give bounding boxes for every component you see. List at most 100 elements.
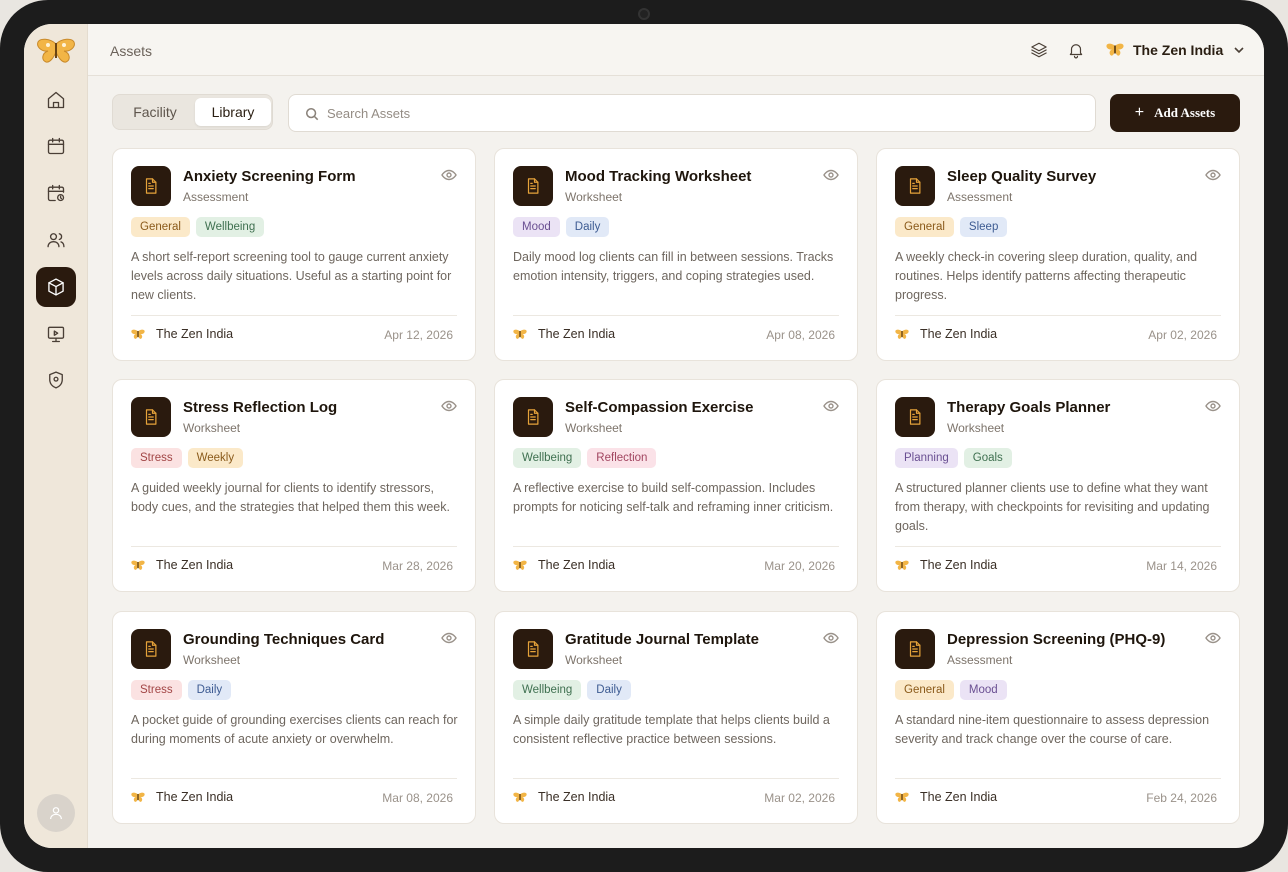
card-title: Gratitude Journal Template <box>565 631 759 648</box>
breadcrumb: Assets <box>110 43 153 59</box>
tag-badge: General <box>131 217 190 237</box>
card-description: A reflective exercise to build self-comp… <box>513 481 834 514</box>
divider <box>513 778 839 779</box>
card-author: The Zen India <box>538 558 616 572</box>
nav-security[interactable] <box>36 360 76 400</box>
card-title: Self-Compassion Exercise <box>565 399 754 416</box>
asset-card[interactable]: Therapy Goals Planner Worksheet Planning… <box>876 379 1240 592</box>
search-input[interactable] <box>327 95 1067 131</box>
card-type: Worksheet <box>565 653 623 667</box>
nav-home[interactable] <box>36 80 76 120</box>
card-date: Mar 02, 2026 <box>764 791 835 805</box>
account-menu[interactable]: The Zen India <box>1106 38 1245 62</box>
eye-icon[interactable] <box>823 630 839 646</box>
butterfly-icon <box>513 329 527 339</box>
card-date: Apr 08, 2026 <box>766 328 835 342</box>
card-title: Grounding Techniques Card <box>183 631 385 648</box>
calendar-icon <box>47 137 65 155</box>
user-avatar[interactable] <box>37 794 75 832</box>
shield-icon <box>49 371 63 389</box>
nav-clients[interactable] <box>36 220 76 260</box>
document-icon <box>895 397 935 437</box>
top-header: Assets The Zen India <box>88 24 1264 76</box>
asset-card[interactable]: Depression Screening (PHQ-9) Assessment … <box>876 611 1240 824</box>
eye-icon[interactable] <box>823 398 839 414</box>
sidebar <box>24 24 88 848</box>
notifications-button[interactable] <box>1065 39 1087 61</box>
butterfly-icon <box>895 560 909 570</box>
add-assets-button[interactable]: + Add Assets <box>1110 94 1240 132</box>
card-footer: The Zen India <box>895 790 997 804</box>
eye-icon[interactable] <box>1205 398 1221 414</box>
bell-icon <box>1069 44 1083 59</box>
asset-card[interactable]: Sleep Quality Survey Assessment General S… <box>876 148 1240 361</box>
tab-facility[interactable]: Facility <box>117 98 193 126</box>
tag-list: Wellbeing Daily <box>513 680 631 700</box>
layers-button[interactable] <box>1028 39 1050 61</box>
card-date: Mar 28, 2026 <box>382 559 453 573</box>
card-footer: The Zen India <box>513 790 615 804</box>
butterfly-icon <box>895 329 909 339</box>
document-icon <box>513 166 553 206</box>
nav-sessions[interactable] <box>36 314 76 354</box>
tag-badge: Planning <box>895 448 958 468</box>
asset-card[interactable]: Gratitude Journal Template Worksheet Wel… <box>494 611 858 824</box>
eye-icon[interactable] <box>441 630 457 646</box>
asset-card[interactable]: Mood Tracking Worksheet Worksheet Mood Da… <box>494 148 858 361</box>
tag-badge: Wellbeing <box>513 448 582 468</box>
butterfly-logo-icon[interactable] <box>36 38 76 64</box>
tag-list: Stress Daily <box>131 680 232 700</box>
search-bar <box>288 94 1096 132</box>
card-description: Daily mood log clients can fill in betwe… <box>513 250 834 283</box>
chevron-down-icon <box>1234 47 1244 54</box>
card-type: Worksheet <box>947 421 1005 435</box>
butterfly-icon <box>131 792 145 802</box>
asset-card[interactable]: Grounding Techniques Card Worksheet Stre… <box>112 611 476 824</box>
tag-list: Mood Daily <box>513 217 610 237</box>
butterfly-icon <box>895 792 909 802</box>
butterfly-icon <box>131 560 145 570</box>
card-title: Sleep Quality Survey <box>947 168 1097 185</box>
card-footer: The Zen India <box>895 327 997 341</box>
asset-card[interactable]: Self-Compassion Exercise Worksheet Wellb… <box>494 379 858 592</box>
tag-badge: Daily <box>565 217 610 237</box>
divider <box>895 546 1221 547</box>
tag-list: Stress Weekly <box>131 448 244 468</box>
tag-badge: Mood <box>959 680 1007 700</box>
account-name: The Zen India <box>1133 42 1224 58</box>
card-title: Stress Reflection Log <box>183 399 338 416</box>
tag-badge: Weekly <box>187 448 244 468</box>
tag-badge: Stress <box>131 680 182 700</box>
search-icon <box>305 107 319 121</box>
card-description: A standard nine-item questionnaire to as… <box>895 713 1210 746</box>
tag-badge: Goals <box>963 448 1012 468</box>
nav-calendar[interactable] <box>36 126 76 166</box>
nav-assets[interactable] <box>36 267 76 307</box>
eye-icon[interactable] <box>1205 167 1221 183</box>
asset-card[interactable]: Anxiety Screening Form Assessment Genera… <box>112 148 476 361</box>
view-toggle: Facility Library <box>112 94 273 130</box>
eye-icon[interactable] <box>1205 630 1221 646</box>
tag-badge: Sleep <box>959 217 1008 237</box>
card-description: A pocket guide of grounding exercises cl… <box>131 713 458 746</box>
card-date: Feb 24, 2026 <box>1146 791 1217 805</box>
card-description: A structured planner clients use to defi… <box>895 481 1210 533</box>
divider <box>895 315 1221 316</box>
asset-card[interactable]: Stress Reflection Log Worksheet Stress We… <box>112 379 476 592</box>
document-icon <box>131 629 171 669</box>
eye-icon[interactable] <box>441 398 457 414</box>
card-description: A weekly check-in covering sleep duratio… <box>895 250 1198 302</box>
tag-badge: Wellbeing <box>195 217 265 237</box>
tag-badge: General <box>895 217 954 237</box>
divider <box>513 546 839 547</box>
tab-library[interactable]: Library <box>195 98 271 126</box>
card-footer: The Zen India <box>513 327 615 341</box>
tag-list: General Wellbeing <box>131 217 265 237</box>
butterfly-icon <box>1106 43 1124 56</box>
eye-icon[interactable] <box>441 167 457 183</box>
nav-schedule[interactable] <box>36 173 76 213</box>
home-icon <box>47 91 65 109</box>
tag-list: General Sleep <box>895 217 1008 237</box>
document-icon <box>513 629 553 669</box>
eye-icon[interactable] <box>823 167 839 183</box>
